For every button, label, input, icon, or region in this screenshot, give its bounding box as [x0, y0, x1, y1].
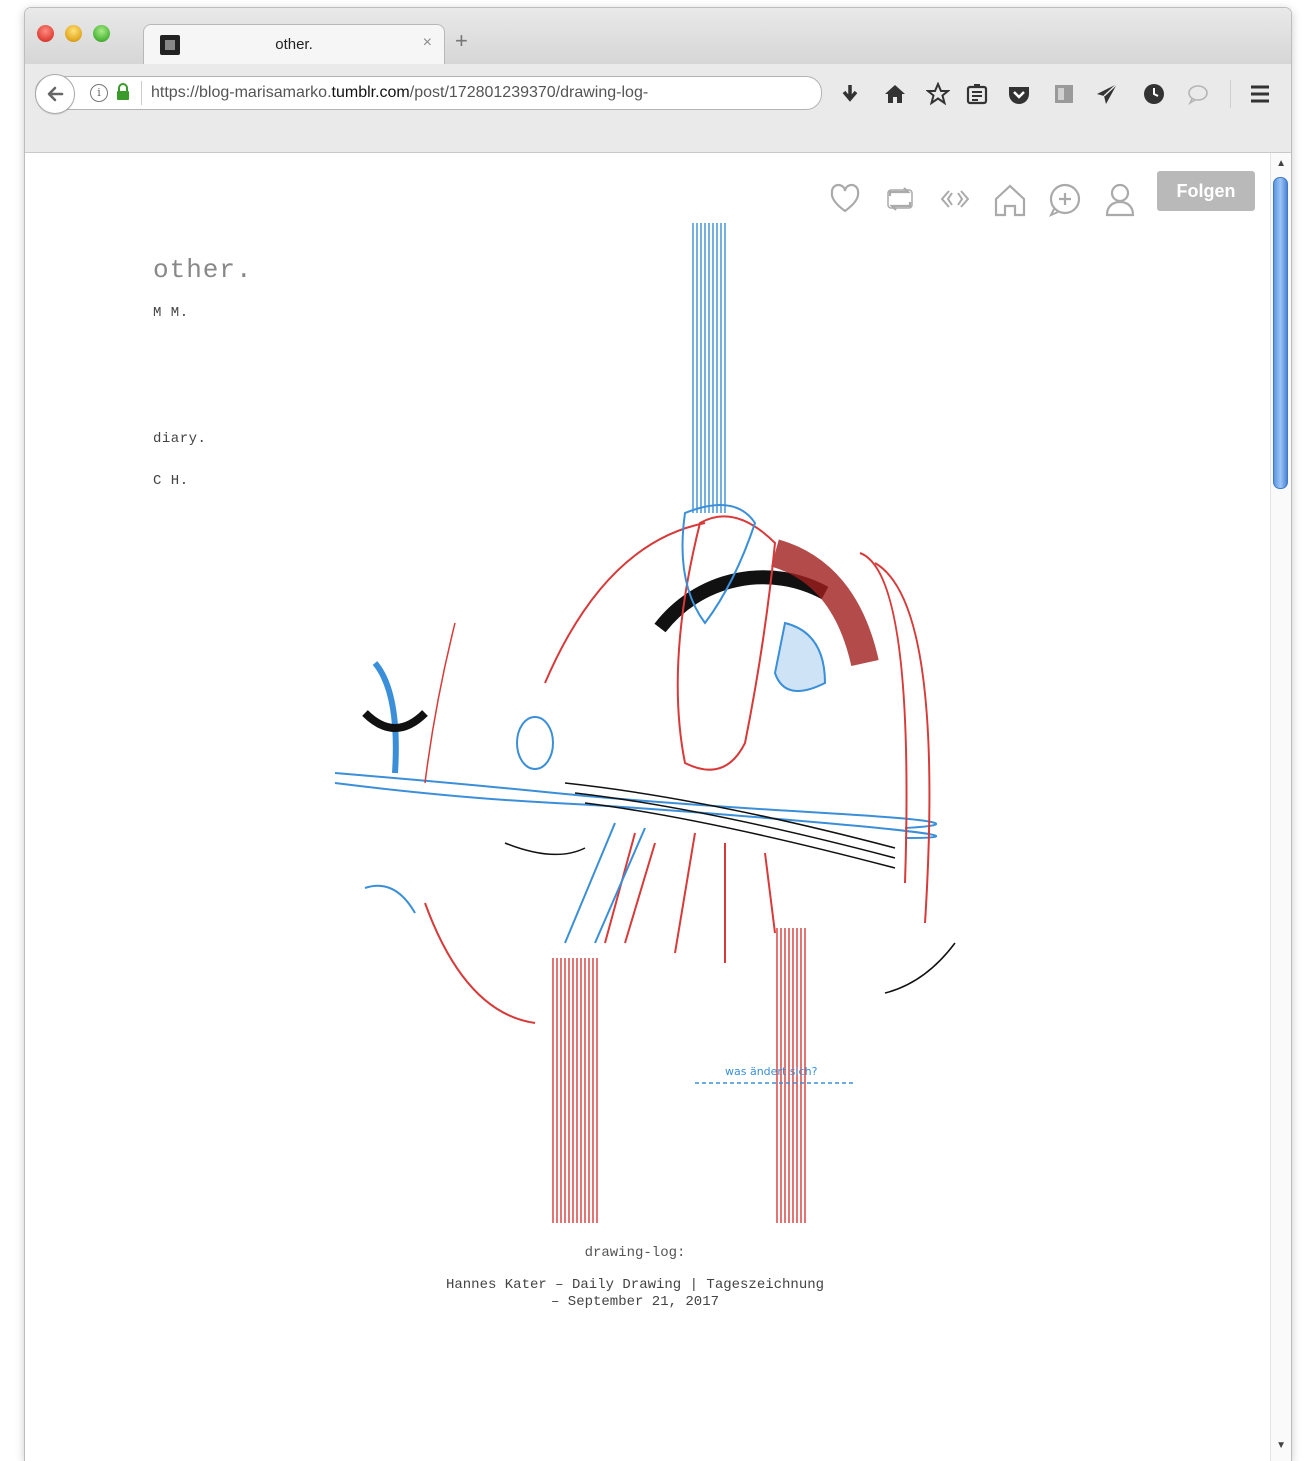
page-content: Folgen other. M M. diary. C H. was änder… — [25, 153, 1291, 1461]
menu-icon[interactable] — [1248, 82, 1272, 106]
heart-icon[interactable] — [829, 183, 861, 215]
send-icon[interactable] — [1095, 82, 1119, 106]
scrollbar-thumb[interactable] — [1273, 177, 1288, 489]
url-separator — [141, 81, 142, 105]
title-bar: other. × + — [25, 8, 1291, 65]
tab-active[interactable]: other. × — [143, 24, 445, 65]
add-icon[interactable] — [1048, 183, 1082, 217]
download-icon[interactable] — [838, 82, 862, 106]
nav-bar: i https://blog-marisamarko.tumblr.com/po… — [25, 64, 1291, 153]
url-prefix: https://blog-marisamarko. — [151, 84, 332, 101]
nav-link-ch[interactable]: C H. — [153, 473, 189, 489]
extension-icon[interactable] — [1052, 82, 1076, 106]
back-button[interactable] — [35, 74, 75, 114]
blog-subtitle: M M. — [153, 305, 189, 321]
drawing-handwriting: was ändert sich? — [725, 1065, 818, 1078]
dashboard-icon[interactable] — [993, 183, 1027, 217]
follow-button[interactable]: Folgen — [1157, 171, 1255, 211]
post-caption-line2: – September 21, 2017 — [550, 1294, 720, 1310]
scroll-down-arrow-icon[interactable]: ▼ — [1276, 1440, 1286, 1451]
post-caption-title: drawing-log: — [584, 1245, 686, 1261]
blog-title[interactable]: other. — [153, 255, 253, 285]
embed-icon[interactable] — [939, 183, 971, 215]
tab-title: other. — [275, 36, 313, 53]
home-icon[interactable] — [883, 82, 907, 106]
post-caption-line1: Hannes Kater – Daily Drawing | Tageszeic… — [445, 1277, 825, 1293]
drawing-image[interactable]: was ändert sich? — [305, 223, 1005, 1223]
browser-window: other. × + i https://blog-marisamarko.tu… — [25, 8, 1291, 1461]
zoom-window-button[interactable] — [93, 25, 110, 42]
url-bar[interactable]: i https://blog-marisamarko.tumblr.com/po… — [35, 76, 822, 110]
scroll-up-arrow-icon[interactable]: ▲ — [1276, 158, 1286, 169]
minimize-window-button[interactable] — [65, 25, 82, 42]
star-icon[interactable] — [926, 82, 950, 106]
reader-icon[interactable] — [965, 82, 989, 106]
reblog-icon[interactable] — [884, 183, 916, 215]
url-path: /post/172801239370/drawing-log- — [409, 84, 649, 101]
lock-icon — [117, 83, 129, 100]
url-text[interactable]: https://blog-marisamarko.tumblr.com/post… — [151, 84, 648, 102]
url-domain: tumblr.com — [331, 84, 410, 101]
pocket-icon[interactable] — [1007, 82, 1031, 106]
tab-close-icon[interactable]: × — [423, 34, 432, 52]
chat-icon[interactable] — [1186, 82, 1210, 106]
close-window-button[interactable] — [37, 25, 54, 42]
scrollbar[interactable]: ▲ ▼ — [1270, 153, 1291, 1461]
nav-link-diary[interactable]: diary. — [153, 431, 206, 447]
toolbar-separator — [1230, 80, 1231, 108]
account-icon[interactable] — [1104, 183, 1136, 217]
new-tab-button[interactable]: + — [455, 30, 468, 52]
info-icon[interactable]: i — [90, 84, 108, 102]
back-arrow-icon — [47, 86, 64, 102]
history-icon[interactable] — [1142, 82, 1166, 106]
